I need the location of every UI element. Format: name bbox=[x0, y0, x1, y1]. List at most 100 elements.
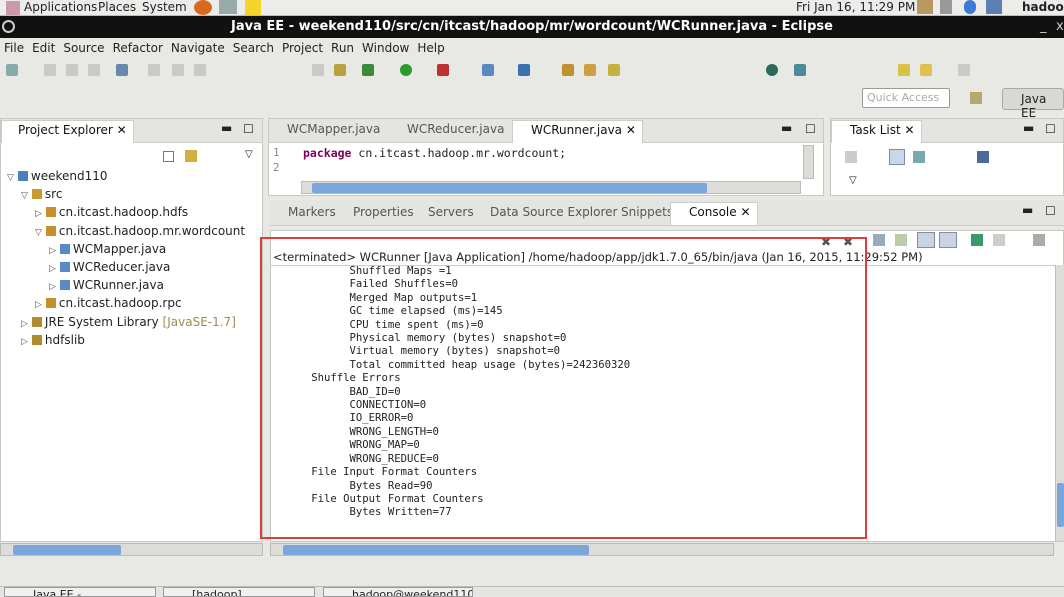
eclipse-icon[interactable] bbox=[2, 20, 15, 33]
menu-applications[interactable]: Applications bbox=[24, 0, 97, 14]
tree-item[interactable]: ▽ weekend110 bbox=[7, 169, 108, 183]
chevron-down-icon[interactable]: ▽ bbox=[7, 173, 14, 183]
tab-servers[interactable]: Servers bbox=[428, 205, 474, 219]
tree-item[interactable]: ▷ hdfslib bbox=[21, 333, 85, 347]
tab-markers[interactable]: Markers bbox=[288, 205, 336, 219]
save-all-icon[interactable] bbox=[66, 64, 78, 76]
tree-item[interactable]: ▷ JRE System Library [JavaSE-1.7] bbox=[21, 315, 236, 329]
chevron-right-icon[interactable]: ▷ bbox=[35, 300, 42, 310]
show-on-stdout-icon[interactable] bbox=[917, 232, 935, 248]
run-external-icon[interactable] bbox=[437, 64, 449, 76]
build-icon[interactable] bbox=[334, 64, 346, 76]
terminate-icon[interactable] bbox=[194, 64, 206, 76]
scheduled-icon[interactable] bbox=[913, 151, 925, 163]
menu-window[interactable]: Window bbox=[358, 38, 413, 58]
minimize-icon[interactable]: ▬ bbox=[1023, 121, 1034, 135]
tree-item[interactable]: ▷ cn.itcast.hadoop.hdfs bbox=[35, 205, 188, 219]
menu-project[interactable]: Project bbox=[278, 38, 327, 58]
menu-refactor[interactable]: Refactor bbox=[109, 38, 167, 58]
minimize-button[interactable]: _ bbox=[1040, 16, 1047, 38]
chevron-down-icon[interactable]: ▽ bbox=[35, 228, 42, 238]
editor-vertical-scrollbar[interactable] bbox=[803, 145, 814, 179]
chevron-right-icon[interactable]: ▷ bbox=[49, 282, 56, 292]
tree-item[interactable]: ▷ cn.itcast.hadoop.rpc bbox=[35, 296, 182, 310]
last-edit-icon[interactable] bbox=[898, 64, 910, 76]
menu-source[interactable]: Source bbox=[59, 38, 108, 58]
menu-run[interactable]: Run bbox=[327, 38, 358, 58]
tab-data-source-explorer[interactable]: Data Source Explorer bbox=[490, 205, 617, 219]
view-menu-icon[interactable]: ▽ bbox=[849, 175, 857, 186]
back-icon[interactable] bbox=[920, 64, 932, 76]
maximize-icon[interactable]: ☐ bbox=[243, 122, 254, 136]
close-button[interactable]: x bbox=[1056, 16, 1064, 38]
chevron-right-icon[interactable]: ▷ bbox=[49, 246, 56, 256]
menu-places[interactable]: Places bbox=[98, 0, 136, 14]
maximize-icon[interactable]: ☐ bbox=[805, 122, 816, 136]
new-icon[interactable] bbox=[6, 64, 18, 76]
clock[interactable]: Fri Jan 16, 11:29 PM bbox=[796, 0, 915, 14]
open-console-icon[interactable] bbox=[1033, 234, 1045, 246]
run-icon[interactable] bbox=[400, 64, 412, 76]
maximize-icon[interactable]: ☐ bbox=[1045, 204, 1056, 218]
team-icon[interactable] bbox=[794, 64, 806, 76]
user-name[interactable]: hadoop bbox=[1022, 0, 1064, 14]
clear-console-icon[interactable] bbox=[873, 234, 885, 246]
skip-breakpoints-icon[interactable] bbox=[116, 64, 128, 76]
tree-item[interactable]: ▷ WCRunner.java bbox=[49, 278, 164, 292]
save-icon[interactable] bbox=[44, 64, 56, 76]
chevron-right-icon[interactable]: ▷ bbox=[49, 264, 56, 274]
open-perspective-icon[interactable] bbox=[970, 92, 982, 104]
console-output[interactable]: Shuffled Maps =1 Failed Shuffles=0 Merge… bbox=[273, 265, 630, 520]
tree-item[interactable]: ▷ WCMapper.java bbox=[49, 242, 166, 256]
pin-console-icon[interactable] bbox=[971, 234, 983, 246]
hide-completed-icon[interactable] bbox=[977, 151, 989, 163]
maximize-icon[interactable]: ☐ bbox=[1045, 122, 1056, 136]
debug-icon[interactable] bbox=[362, 64, 374, 76]
remove-all-terminated-icon[interactable]: ✖ bbox=[843, 235, 853, 249]
quick-access-input[interactable]: Quick Access bbox=[862, 88, 950, 108]
show-on-stderr-icon[interactable] bbox=[939, 232, 957, 248]
tab-wcreducer[interactable]: WCReducer.java bbox=[407, 122, 504, 136]
collapse-all-icon[interactable] bbox=[163, 151, 174, 162]
link-editor-icon[interactable] bbox=[185, 150, 197, 162]
chevron-right-icon[interactable]: ▷ bbox=[35, 209, 42, 219]
notes-icon[interactable] bbox=[245, 0, 261, 15]
minimize-icon[interactable]: ▬ bbox=[221, 121, 232, 135]
tab-snippets[interactable]: Snippets bbox=[621, 205, 673, 219]
perspective-java-ee[interactable]: Java EE bbox=[1002, 88, 1064, 120]
search-icon[interactable] bbox=[608, 64, 620, 76]
volume-icon[interactable] bbox=[940, 0, 952, 14]
tab-console[interactable]: Console ✕ bbox=[670, 202, 758, 225]
firefox-icon[interactable] bbox=[194, 0, 212, 15]
bluetooth-icon[interactable] bbox=[964, 0, 976, 14]
tree-item[interactable]: ▽ cn.itcast.hadoop.mr.wordcount bbox=[35, 224, 245, 238]
menu-navigate[interactable]: Navigate bbox=[167, 38, 229, 58]
minimize-icon[interactable]: ▬ bbox=[781, 121, 792, 135]
new-server-icon[interactable] bbox=[482, 64, 494, 76]
menu-edit[interactable]: Edit bbox=[28, 38, 59, 58]
chevron-right-icon[interactable]: ▷ bbox=[21, 337, 28, 347]
open-type-icon[interactable] bbox=[562, 64, 574, 76]
chevron-right-icon[interactable]: ▷ bbox=[21, 319, 28, 329]
menu-system[interactable]: System bbox=[142, 0, 187, 14]
code-line[interactable]: package cn.itcast.hadoop.mr.wordcount; bbox=[303, 146, 566, 160]
open-resource-icon[interactable] bbox=[584, 64, 596, 76]
toggle-icon[interactable] bbox=[312, 64, 324, 76]
explorer-horizontal-scrollbar[interactable] bbox=[0, 543, 263, 556]
menu-search[interactable]: Search bbox=[229, 38, 278, 58]
tab-properties[interactable]: Properties bbox=[353, 205, 414, 219]
new-task-icon[interactable] bbox=[845, 151, 857, 163]
remove-launch-icon[interactable]: ✖ bbox=[821, 235, 831, 249]
print-icon[interactable] bbox=[88, 64, 100, 76]
menu-file[interactable]: File bbox=[0, 38, 28, 58]
editor-horizontal-scrollbar[interactable] bbox=[301, 181, 801, 194]
display-icon[interactable] bbox=[986, 0, 1002, 14]
minimize-icon[interactable]: ▬ bbox=[1022, 203, 1033, 217]
forward-icon[interactable] bbox=[958, 64, 970, 76]
tab-task-list[interactable]: Task List ✕ bbox=[831, 120, 922, 143]
tab-project-explorer[interactable]: Project Explorer ✕ bbox=[1, 120, 134, 143]
scroll-lock-icon[interactable] bbox=[895, 234, 907, 246]
new-class-icon[interactable] bbox=[518, 64, 530, 76]
browser-icon[interactable] bbox=[766, 64, 778, 76]
mail-icon[interactable] bbox=[219, 0, 237, 14]
